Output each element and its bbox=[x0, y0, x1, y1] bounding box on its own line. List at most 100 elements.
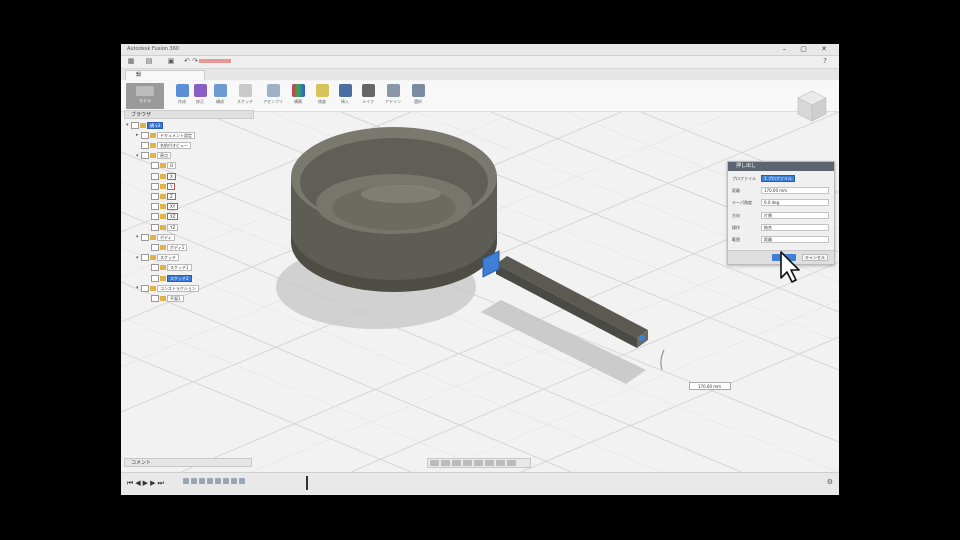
tool-construct[interactable]: 構成 bbox=[209, 83, 231, 109]
grid-menu-icon[interactable]: ▦ bbox=[127, 58, 135, 65]
timeline-playback-controls[interactable]: ⏮◀▶▶⏭ bbox=[127, 479, 166, 488]
workspace-label: モデル bbox=[139, 98, 151, 103]
folder-icon bbox=[150, 255, 156, 261]
timeline-marker[interactable] bbox=[306, 476, 308, 490]
visibility-icon[interactable] bbox=[151, 172, 159, 180]
timeline-revolve-icon[interactable] bbox=[191, 478, 197, 484]
visibility-icon[interactable] bbox=[151, 162, 159, 170]
browser-node[interactable]: YZ bbox=[146, 223, 179, 231]
construct-icon bbox=[213, 84, 227, 97]
browser-node[interactable]: 名前付きビュー bbox=[136, 141, 191, 149]
toolbar: モデル 作成 修正 構成 スケッチ アセンブリ 構築 検査 挿入 メイク アドイ… bbox=[121, 81, 839, 112]
visibility-icon[interactable] bbox=[151, 274, 159, 282]
browser-node[interactable]: O bbox=[146, 162, 177, 170]
timeline-shell-icon[interactable] bbox=[199, 478, 205, 484]
file-icon[interactable]: ▤ bbox=[145, 58, 153, 65]
browser-node[interactable]: ▾ 鍋 v3 bbox=[126, 121, 164, 129]
window-controls[interactable]: – ▢ ✕ bbox=[783, 45, 833, 53]
visibility-icon[interactable] bbox=[141, 141, 149, 149]
look-at-icon[interactable] bbox=[441, 460, 450, 466]
model-icon bbox=[136, 86, 154, 96]
visibility-icon[interactable] bbox=[151, 203, 159, 211]
browser-node[interactable]: ▾ ボディ bbox=[136, 233, 175, 241]
visibility-icon[interactable] bbox=[151, 243, 159, 251]
tool-addin[interactable]: アドイン bbox=[382, 83, 404, 109]
tool-inspect[interactable]: 検査 bbox=[311, 83, 333, 109]
browser-node[interactable]: スケッチ1 bbox=[146, 264, 192, 272]
tool-make[interactable]: メイク bbox=[357, 83, 379, 109]
extent-select[interactable]: 距離 bbox=[761, 236, 829, 243]
tool-insert[interactable]: 挿入 bbox=[334, 83, 356, 109]
browser-node[interactable]: 平面1 bbox=[146, 294, 184, 302]
browser-node[interactable]: ▾ スケッチ bbox=[136, 254, 179, 262]
tool-select[interactable]: 選択 bbox=[407, 83, 429, 109]
timeline-plane-icon[interactable] bbox=[215, 478, 221, 484]
distance-arc bbox=[660, 349, 665, 371]
browser-node[interactable]: ▾ 原点 bbox=[136, 152, 171, 160]
tool-assemble[interactable]: アセンブリ bbox=[262, 83, 284, 109]
dialog-header[interactable]: 押し出し bbox=[728, 162, 834, 171]
browser-node[interactable]: ▸ ドキュメント設定 bbox=[136, 131, 195, 139]
gear-icon[interactable]: ⚙ bbox=[827, 478, 833, 486]
tool-select-label: 選択 bbox=[414, 99, 422, 104]
undo-icon[interactable]: ↶ bbox=[183, 58, 191, 65]
orbit-icon[interactable] bbox=[430, 460, 439, 466]
timeline-sketch2-icon[interactable] bbox=[223, 478, 229, 484]
cancel-button[interactable]: キャンセル bbox=[802, 254, 828, 261]
distance-field[interactable]: 170.00 mm bbox=[761, 187, 829, 194]
visibility-icon[interactable] bbox=[131, 121, 139, 129]
browser-node[interactable]: スケッチ2 bbox=[146, 274, 192, 282]
viewports-icon[interactable] bbox=[507, 460, 516, 466]
timeline-extrude-icon[interactable] bbox=[231, 478, 237, 484]
taper-field[interactable]: 0.0 deg bbox=[761, 199, 829, 206]
timeline-sketch-icon[interactable] bbox=[183, 478, 189, 484]
visibility-icon[interactable] bbox=[141, 152, 149, 160]
view-cube[interactable] bbox=[794, 88, 830, 124]
tool-build[interactable]: 構築 bbox=[287, 83, 309, 109]
browser-node[interactable]: Y bbox=[146, 182, 176, 190]
visibility-icon[interactable] bbox=[141, 254, 149, 262]
visibility-icon[interactable] bbox=[151, 213, 159, 221]
redo-icon[interactable]: ↷ bbox=[191, 58, 199, 65]
visibility-icon[interactable] bbox=[151, 223, 159, 231]
browser-node[interactable]: XZ bbox=[146, 213, 179, 221]
browser-header[interactable]: ブラウザ bbox=[124, 110, 254, 119]
profile-label: プロファイル bbox=[732, 176, 756, 181]
zoom-icon[interactable] bbox=[463, 460, 472, 466]
browser-node[interactable]: Z bbox=[146, 192, 176, 200]
modify-icon bbox=[193, 84, 207, 97]
workspace-switcher[interactable]: モデル bbox=[126, 83, 164, 109]
visibility-icon[interactable] bbox=[151, 192, 159, 200]
fit-icon[interactable] bbox=[474, 460, 483, 466]
browser-node[interactable]: XY bbox=[146, 203, 179, 211]
display-settings-icon[interactable] bbox=[485, 460, 494, 466]
visibility-icon[interactable] bbox=[151, 264, 159, 272]
browser-node[interactable]: ▾ コンストラクション bbox=[136, 284, 199, 292]
frying-pan-body[interactable] bbox=[291, 127, 497, 292]
browser-node[interactable]: ボディ1 bbox=[146, 243, 188, 251]
timeline-fillet-icon[interactable] bbox=[207, 478, 213, 484]
visibility-icon[interactable] bbox=[141, 233, 149, 241]
tool-modify[interactable]: 修正 bbox=[189, 83, 211, 109]
tool-sketch[interactable]: スケッチ bbox=[234, 83, 256, 109]
visibility-icon[interactable] bbox=[151, 294, 159, 302]
operation-select[interactable]: 結合 bbox=[761, 224, 829, 231]
direction-select[interactable]: 片側 bbox=[761, 212, 829, 219]
comments-bar[interactable]: コメント bbox=[124, 458, 252, 467]
pan-icon[interactable] bbox=[452, 460, 461, 466]
extrude-manipulator[interactable] bbox=[639, 335, 645, 341]
handle-shadow bbox=[481, 300, 646, 384]
timeline-fillet2-icon[interactable] bbox=[239, 478, 245, 484]
folder-icon bbox=[150, 285, 156, 291]
visibility-icon[interactable] bbox=[141, 284, 149, 292]
tool-insert-label: 挿入 bbox=[341, 99, 349, 104]
document-tab[interactable]: 鍋 bbox=[125, 70, 205, 80]
save-icon[interactable]: ▣ bbox=[167, 58, 175, 65]
help-icon[interactable]: ? bbox=[821, 58, 829, 65]
visibility-icon[interactable] bbox=[141, 131, 149, 139]
distance-input-box[interactable]: 170.00 mm bbox=[689, 382, 731, 390]
browser-node[interactable]: X bbox=[146, 172, 176, 180]
profile-selector[interactable]: 1 プロファイル bbox=[761, 175, 795, 182]
visibility-icon[interactable] bbox=[151, 182, 159, 190]
grid-settings-icon[interactable] bbox=[496, 460, 505, 466]
